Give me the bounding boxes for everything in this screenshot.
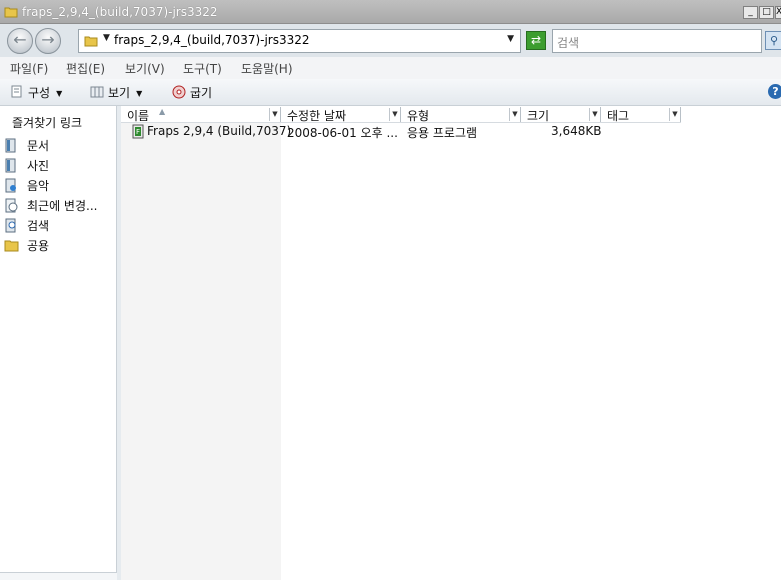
back-button[interactable]: ← <box>7 28 33 54</box>
sidebar-item-label: 최근에 변경... <box>27 199 98 213</box>
column-dropdown-icon[interactable]: ▼ <box>589 108 600 121</box>
chevron-down-icon: ▼ <box>136 89 143 98</box>
search-input[interactable]: 검색 <box>552 29 762 53</box>
sidebar-item-label: 사진 <box>27 159 50 173</box>
folder-icon <box>4 7 18 18</box>
column-dropdown-icon[interactable]: ▼ <box>669 108 680 121</box>
pictures-icon <box>5 158 16 173</box>
help-icon[interactable]: ? <box>768 84 781 99</box>
disc-icon <box>172 85 186 99</box>
menu-view[interactable]: 보기(V) <box>125 60 165 77</box>
sidebar-item-label: 공용 <box>27 239 50 253</box>
menu-edit[interactable]: 편집(E) <box>66 60 105 77</box>
folder-icon <box>84 36 98 47</box>
search-placeholder: 검색 <box>557 36 580 50</box>
address-bar[interactable]: ▼ fraps_2,9,4_(build,7037)-jrs3322 ▼ <box>78 29 521 53</box>
sort-ascending-icon: ▲ <box>159 107 166 116</box>
folders-pane-header[interactable] <box>0 572 117 580</box>
organize-icon <box>11 85 22 98</box>
menu-help[interactable]: 도움말(H) <box>241 60 293 77</box>
navigation-pane: 즐겨찾기 링크 문서 사진 음악 최근에 변경... 검색 공용 <box>0 106 117 580</box>
favorite-links-header: 즐겨찾기 링크 <box>12 116 83 130</box>
column-header-modified[interactable]: 수정한 날짜 ▼ <box>281 107 401 123</box>
maximize-button[interactable]: □ <box>759 6 774 19</box>
search-button[interactable]: ⚲ <box>765 31 781 50</box>
organize-button[interactable]: 구성 ▼ <box>10 84 62 102</box>
address-row: ← → ▼ fraps_2,9,4_(build,7037)-jrs3322 ▼… <box>0 24 781 57</box>
refresh-icon: ⇄ <box>530 33 542 47</box>
chevron-down-icon: ▼ <box>56 89 63 98</box>
sidebar-item-pictures[interactable]: 사진 <box>4 157 49 175</box>
sidebar-item-label: 검색 <box>27 219 50 233</box>
sorted-column-highlight <box>121 122 281 580</box>
burn-label: 굽기 <box>190 86 213 100</box>
sidebar-item-documents[interactable]: 문서 <box>4 137 49 155</box>
close-button[interactable]: X <box>775 6 781 19</box>
search-icon: ⚲ <box>769 34 779 47</box>
views-button[interactable]: 보기 ▼ <box>90 84 142 102</box>
searches-icon <box>5 218 16 233</box>
file-size: 3,648KB <box>551 124 602 138</box>
breadcrumb-arrow-icon[interactable]: ▼ <box>103 33 110 43</box>
documents-icon <box>5 138 16 153</box>
sidebar-item-searches[interactable]: 검색 <box>4 217 49 235</box>
fraps-app-icon: F <box>132 124 144 139</box>
address-dropdown-icon[interactable]: ▼ <box>507 34 514 44</box>
column-dropdown-icon[interactable]: ▼ <box>509 108 520 121</box>
views-label: 보기 <box>108 86 131 100</box>
refresh-button[interactable]: ⇄ <box>526 31 546 50</box>
views-icon <box>90 86 104 98</box>
address-path[interactable]: fraps_2,9,4_(build,7037)-jrs3322 <box>114 33 310 47</box>
sidebar-item-music[interactable]: 음악 <box>4 177 49 195</box>
column-header-size[interactable]: 크기 ▼ <box>521 107 601 123</box>
sidebar-item-label: 문서 <box>27 139 50 153</box>
sidebar-item-public[interactable]: 공용 <box>4 237 49 255</box>
folder-icon <box>4 240 19 252</box>
menu-tools[interactable]: 도구(T) <box>183 60 222 77</box>
column-header-tags[interactable]: 태그 ▼ <box>601 107 681 123</box>
minimize-button[interactable]: _ <box>743 6 758 19</box>
command-toolbar: 구성 ▼ 보기 ▼ 굽기 <box>0 79 781 106</box>
menu-bar: 파일(F) 편집(E) 보기(V) 도구(T) 도움말(H) <box>0 57 781 79</box>
column-header-type[interactable]: 유형 ▼ <box>401 107 521 123</box>
svg-text:F: F <box>136 128 140 136</box>
forward-arrow-icon: → <box>41 30 55 49</box>
organize-label: 구성 <box>28 86 51 100</box>
column-dropdown-icon[interactable]: ▼ <box>389 108 400 121</box>
file-modified: 2008-06-01 오후 ... <box>287 126 398 140</box>
recent-items-icon <box>5 198 18 213</box>
column-header-name[interactable]: 이름 ▲ ▼ <box>121 107 281 123</box>
music-icon <box>5 178 16 193</box>
title-bar: fraps_2,9,4_(build,7037)-jrs3322 _ □ X <box>0 0 781 24</box>
menu-file[interactable]: 파일(F) <box>10 60 48 77</box>
file-name[interactable]: Fraps 2,9,4 (Build,7037) <box>147 124 291 138</box>
file-type: 응용 프로그램 <box>407 126 478 140</box>
back-arrow-icon: ← <box>13 30 27 49</box>
forward-button[interactable]: → <box>35 28 61 54</box>
sidebar-item-recently-changed[interactable]: 최근에 변경... <box>4 197 97 215</box>
column-dropdown-icon[interactable]: ▼ <box>269 108 280 121</box>
sidebar-item-label: 음악 <box>27 179 50 193</box>
table-row[interactable]: F Fraps 2,9,4 (Build,7037) 2008-06-01 오후… <box>128 123 608 140</box>
window-title: fraps_2,9,4_(build,7037)-jrs3322 <box>22 5 218 19</box>
burn-button[interactable]: 굽기 <box>172 84 212 102</box>
